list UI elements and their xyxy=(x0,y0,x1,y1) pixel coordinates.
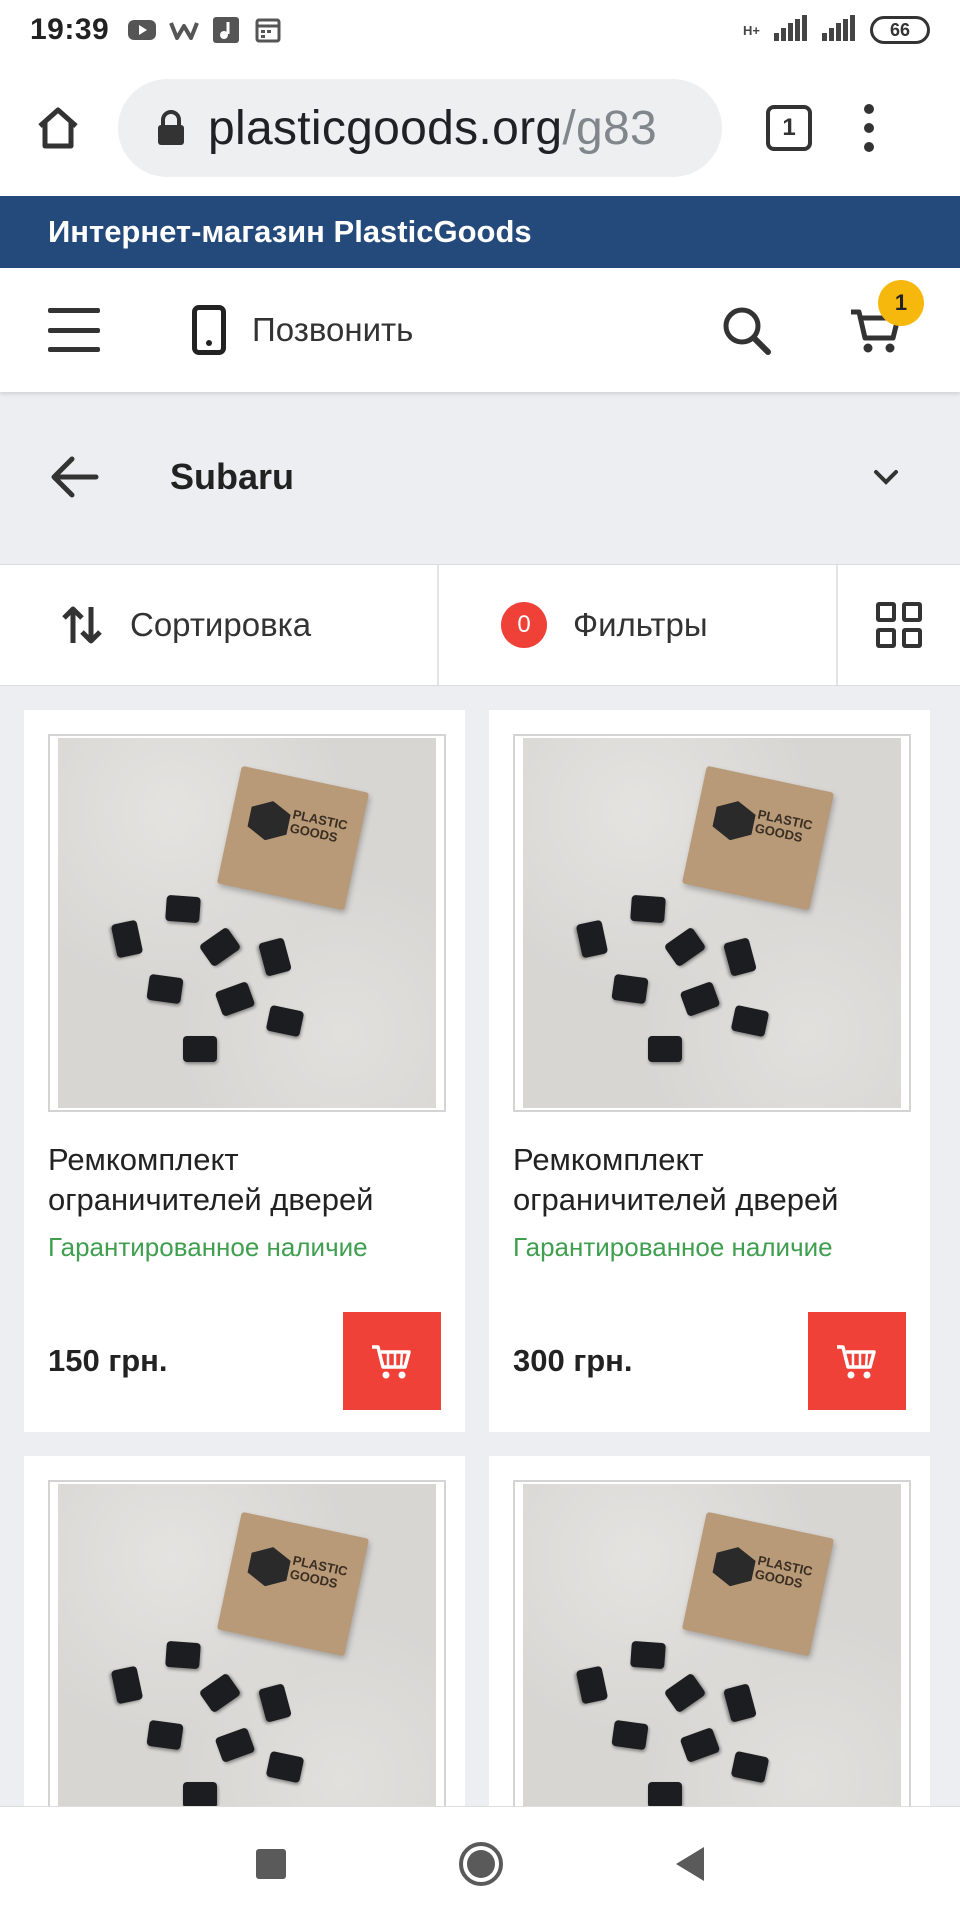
phone-icon xyxy=(192,305,226,355)
price-row: 300 грн. xyxy=(513,1312,906,1410)
product-card[interactable]: PLASTIC GOODS xyxy=(489,1456,930,1858)
call-button[interactable]: Позвонить xyxy=(192,305,413,355)
product-image[interactable]: PLASTIC GOODS xyxy=(513,1480,911,1858)
filter-count-badge: 0 xyxy=(501,602,547,648)
sort-label: Сортировка xyxy=(130,606,312,643)
menu-icon[interactable] xyxy=(48,308,100,352)
system-icons: H+ 66 xyxy=(743,14,930,46)
filter-label: Фильтры xyxy=(573,606,708,643)
filter-button[interactable]: 0 Фильтры xyxy=(439,565,838,685)
network-type: H+ xyxy=(743,22,760,38)
product-price: 150 грн. xyxy=(48,1343,168,1378)
store-banner: Интернет-магазин PlasticGoods xyxy=(0,196,960,268)
product-image[interactable]: PLASTIC GOODS xyxy=(48,1480,446,1858)
category-title: Subaru xyxy=(170,456,295,497)
cart-icon xyxy=(372,1345,411,1379)
notification-icons xyxy=(127,17,283,43)
url-path: /g83 xyxy=(562,101,657,155)
sort-button[interactable]: Сортировка xyxy=(0,565,439,685)
product-card[interactable]: PLASTIC GOODS Ремкомплект ограничителей … xyxy=(489,710,930,1432)
youtube-icon xyxy=(127,17,157,43)
signal-icon xyxy=(822,14,856,46)
product-image[interactable]: PLASTIC GOODS xyxy=(513,734,911,1112)
system-navigation-bar xyxy=(0,1806,960,1920)
recent-apps-icon[interactable] xyxy=(256,1848,287,1879)
battery-indicator: 66 xyxy=(870,16,930,44)
product-card[interactable]: PLASTIC GOODS xyxy=(24,1456,465,1858)
price-row: 150 грн. xyxy=(48,1312,441,1410)
call-label: Позвонить xyxy=(252,311,414,348)
signal-icon xyxy=(774,14,808,46)
add-to-cart-button[interactable] xyxy=(808,1312,906,1410)
browser-toolbar: plasticgoods.org/g83 1 xyxy=(0,60,960,196)
stock-status: Гарантированное наличие xyxy=(513,1232,833,1262)
product-title[interactable]: Ремкомплект ограничителей дверей xyxy=(513,1140,906,1220)
more-vert-icon[interactable] xyxy=(862,104,876,152)
product-grid: PLASTIC GOODS Ремкомплект ограничителей … xyxy=(24,710,936,1858)
status-time: 19:39 xyxy=(30,13,110,46)
product-card[interactable]: PLASTIC GOODS Ремкомплект ограничителей … xyxy=(24,710,465,1432)
address-bar[interactable]: plasticgoods.org/g83 xyxy=(118,79,722,177)
calendar-icon xyxy=(253,17,283,43)
home-circle-icon[interactable] xyxy=(458,1841,503,1886)
sort-filter-bar: Сортировка 0 Фильтры xyxy=(0,564,960,686)
category-bar: Subaru xyxy=(0,414,960,540)
back-triangle-icon[interactable] xyxy=(675,1846,704,1881)
cart-count-badge: 1 xyxy=(878,280,924,326)
music-icon xyxy=(211,17,241,43)
back-arrow-icon[interactable] xyxy=(46,449,102,505)
cart-icon xyxy=(837,1345,876,1379)
product-price: 300 грн. xyxy=(513,1343,633,1378)
product-title[interactable]: Ремкомплект ограничителей дверей xyxy=(48,1140,441,1220)
url-text: plasticgoods.org/g83 xyxy=(208,101,657,156)
stock-status: Гарантированное наличие xyxy=(48,1232,368,1262)
sort-icon xyxy=(62,606,102,644)
tabs-icon[interactable]: 1 xyxy=(766,105,812,151)
search-icon[interactable] xyxy=(718,302,774,358)
lock-icon xyxy=(158,110,184,145)
add-to-cart-button[interactable] xyxy=(343,1312,441,1410)
url-domain: plasticgoods.org xyxy=(208,101,563,155)
store-name: Интернет-магазин PlasticGoods xyxy=(48,214,532,249)
view-toggle-button[interactable] xyxy=(838,565,960,685)
w-app-icon xyxy=(169,17,200,43)
home-icon[interactable] xyxy=(28,98,88,158)
product-image[interactable]: PLASTIC GOODS xyxy=(48,734,446,1112)
status-bar: 19:39 H+ 66 xyxy=(0,0,960,60)
grid-view-icon xyxy=(876,602,922,648)
site-header: Позвонить 1 xyxy=(0,268,960,392)
cart-button[interactable]: 1 xyxy=(848,280,924,358)
chevron-down-icon[interactable] xyxy=(870,461,902,493)
